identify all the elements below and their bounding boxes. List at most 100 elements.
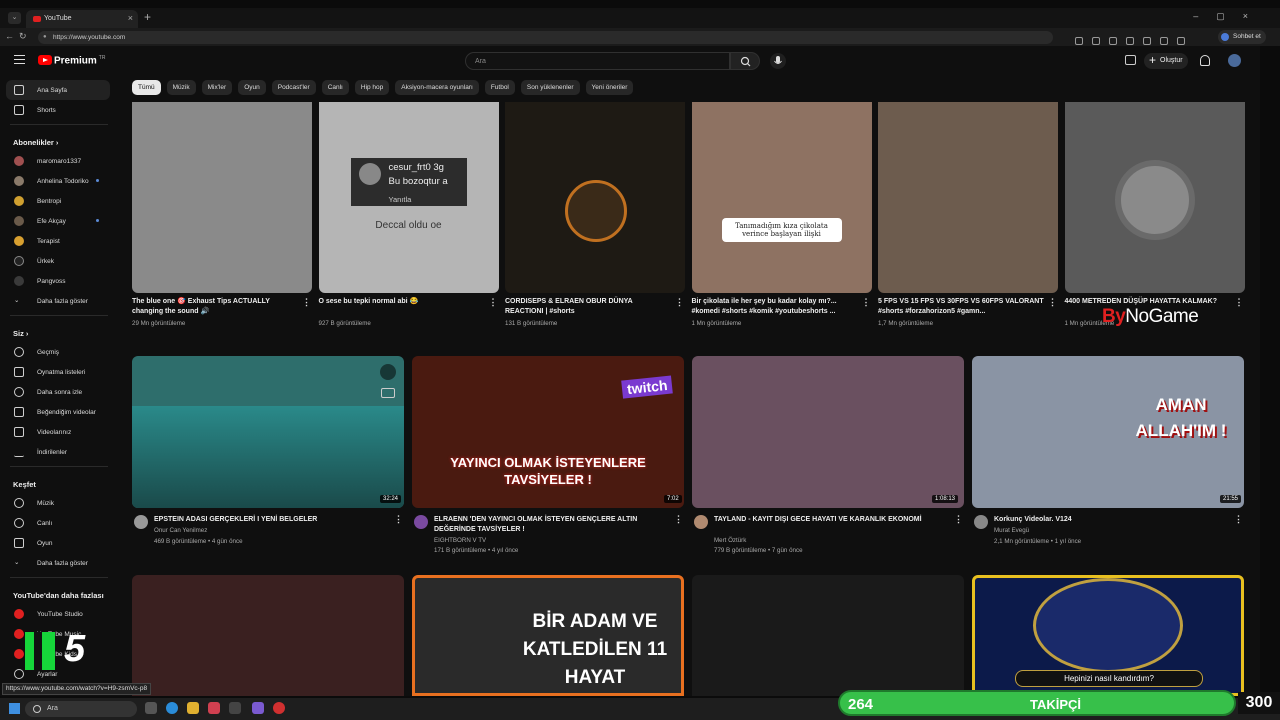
sidebar-item-downloads[interactable]: İndirilenler — [0, 442, 118, 462]
sidebar-item-sub[interactable]: Anhelina Todoriko — [0, 171, 118, 191]
mute-icon[interactable] — [380, 364, 396, 380]
subscriptions-heading[interactable]: Abonelikler › — [0, 129, 118, 151]
chip-9[interactable]: Son yüklenenler — [520, 80, 580, 95]
more-options-icon[interactable]: ⋮ — [674, 514, 683, 525]
sidebar-item-sub[interactable]: Efe Akçay — [0, 211, 118, 231]
window-controls[interactable]: –▢× — [1193, 11, 1266, 22]
sidebar-item-playlists[interactable]: Oynatma listeleri — [0, 362, 118, 382]
edge-icon[interactable] — [166, 702, 178, 714]
browser-tab[interactable]: YouTube × — [26, 10, 138, 28]
short-thumbnail[interactable]: Tanımadığım kıza çikolata verince başlay… — [691, 102, 872, 293]
create-button[interactable]: Oluştur — [1144, 53, 1188, 69]
channel-name[interactable]: Onur Can Yenilmez — [154, 526, 207, 536]
video-thumbnail[interactable] — [132, 575, 404, 696]
extension-icons[interactable] — [1075, 32, 1215, 45]
video-thumbnail[interactable]: Hepinizi nasıl kandırdım? — [972, 575, 1244, 696]
chip-8[interactable]: Futbol — [484, 80, 515, 95]
avatar[interactable] — [1228, 54, 1241, 67]
more-options-icon[interactable]: ⋮ — [302, 297, 311, 308]
sidebar-item-home[interactable]: Ana Sayfa — [6, 80, 110, 100]
sidebar-item-sub[interactable]: Ürkek — [0, 251, 118, 271]
chat-button[interactable]: Sohbet et — [1218, 30, 1266, 44]
short-thumbnail[interactable]: Deccal oldu oe cesur_frt0 3g Bu bozoqtur a… — [318, 102, 499, 293]
sidebar-item-sub[interactable]: Bentropi — [0, 191, 118, 211]
video-title[interactable]: TAYLAND - KAYIT DIŞI GECE HAYATI VE KARA… — [714, 515, 950, 525]
taskbar-search[interactable]: Ara — [25, 701, 137, 717]
sidebar-item-music[interactable]: Müzik — [0, 493, 118, 513]
search-input[interactable]: Ara — [465, 52, 730, 70]
chip-4[interactable]: Podcast'ler — [271, 80, 316, 95]
video-title[interactable]: EPSTEIN ADASI GERÇEKLERİ I YENİ BELGELER — [154, 515, 390, 525]
video-thumbnail[interactable]: BİR ADAM VE KATLEDİLEN 11 HAYAT — [412, 575, 684, 696]
more-options-icon[interactable]: ⋮ — [1235, 297, 1244, 308]
short-title[interactable]: 5 FPS VS 15 FPS VS 30FPS VS 60FPS VALORA… — [878, 297, 1044, 317]
mic-icon[interactable] — [770, 53, 786, 69]
channel-avatar[interactable] — [414, 515, 428, 529]
more-options-icon[interactable]: ⋮ — [862, 297, 871, 308]
short-thumbnail[interactable] — [505, 102, 685, 293]
more-options-icon[interactable]: ⋮ — [1048, 297, 1057, 308]
video-title[interactable]: ELRAENN 'DEN YAYINCI OLMAK İSTEYEN GENÇL… — [434, 515, 670, 535]
sidebar-item-sub[interactable]: Pangvoss — [0, 271, 118, 291]
video-title[interactable]: Korkunç Videolar. V124 — [994, 515, 1230, 525]
app-icon[interactable] — [229, 702, 241, 714]
tab-list-icon[interactable]: ⌄ — [8, 12, 21, 24]
chip-0[interactable]: Tümü — [132, 80, 161, 95]
video-thumbnail[interactable] — [692, 356, 964, 508]
new-tab-icon[interactable]: + — [144, 10, 151, 24]
cc-icon[interactable] — [381, 388, 395, 398]
search-button[interactable] — [730, 52, 760, 70]
sidebar-item-liked[interactable]: Beğendiğim videolar — [0, 402, 118, 422]
menu-icon[interactable] — [14, 55, 25, 64]
short-thumbnail[interactable] — [878, 102, 1058, 293]
sidebar-item-gaming[interactable]: Oyun — [0, 533, 118, 553]
short-title[interactable]: CORDISEPS & ELRAEN OBUR DÜNYA REACTIONI … — [505, 297, 671, 317]
app-icon[interactable] — [208, 702, 220, 714]
channel-name[interactable]: EIGHTBORN V TV — [434, 536, 486, 546]
chip-2[interactable]: Mix'ler — [201, 80, 233, 95]
sidebar-show-more[interactable]: ⌄ Daha fazla göster — [0, 291, 118, 311]
more-options-icon[interactable]: ⋮ — [394, 514, 403, 525]
close-tab-icon[interactable]: × — [128, 13, 133, 23]
channel-avatar[interactable] — [134, 515, 148, 529]
folder-icon[interactable] — [187, 702, 199, 714]
more-options-icon[interactable]: ⋮ — [1234, 514, 1243, 525]
bell-icon[interactable] — [1200, 55, 1210, 66]
more-options-icon[interactable]: ⋮ — [954, 514, 963, 525]
video-thumbnail[interactable] — [132, 356, 404, 508]
channel-avatar[interactable] — [974, 515, 988, 529]
sidebar-item-your-videos[interactable]: Videolarınız — [0, 422, 118, 442]
short-thumbnail[interactable] — [132, 102, 312, 293]
video-thumbnail[interactable] — [692, 575, 964, 696]
more-options-icon[interactable]: ⋮ — [489, 297, 498, 308]
more-options-icon[interactable]: ⋮ — [675, 297, 684, 308]
url-field[interactable]: ● https://www.youtube.com — [38, 31, 1053, 44]
discord-icon[interactable] — [252, 702, 264, 714]
cast-icon[interactable] — [1125, 55, 1136, 65]
sidebar-item-sub[interactable]: Terapist — [0, 231, 118, 251]
sidebar-item-history[interactable]: Geçmiş — [0, 342, 118, 362]
channel-avatar[interactable] — [694, 515, 708, 529]
sidebar-item-shorts[interactable]: Shorts — [0, 100, 118, 120]
youtube-logo-icon[interactable] — [38, 55, 52, 65]
channel-name[interactable]: Mert Öztürk — [714, 536, 746, 546]
sidebar-item-live[interactable]: Canlı — [0, 513, 118, 533]
nav-arrows-icon[interactable]: ←↻ — [5, 31, 32, 42]
chip-5[interactable]: Canlı — [321, 80, 349, 95]
short-title[interactable]: Bir çikolata ile her şey bu kadar kolay … — [692, 297, 858, 317]
short-thumbnail[interactable] — [1064, 102, 1245, 293]
brand-label[interactable]: Premium TR — [54, 55, 105, 66]
taskview-icon[interactable] — [145, 702, 157, 714]
app-icon[interactable] — [273, 702, 285, 714]
chip-1[interactable]: Müzik — [166, 80, 196, 95]
video-thumbnail[interactable]: twitch YAYINCI OLMAK İSTEYENLERE TAVSİYEL… — [412, 356, 684, 508]
sidebar-item-studio[interactable]: YouTube Studio — [0, 604, 118, 624]
chip-10[interactable]: Yeni öneriler — [585, 80, 634, 95]
channel-name[interactable]: Murat Evegü — [994, 526, 1029, 536]
short-title[interactable]: The blue one 🎯 Exhaust Tips ACTUALLY cha… — [132, 297, 298, 317]
chip-6[interactable]: Hip hop — [354, 80, 390, 95]
chip-7[interactable]: Aksiyon-macera oyunları — [395, 80, 479, 95]
sidebar-show-more[interactable]: ⌄ Daha fazla göster — [0, 553, 118, 573]
sidebar-item-watch-later[interactable]: Daha sonra izle — [0, 382, 118, 402]
sidebar-item-sub[interactable]: maromaro1337 — [0, 151, 118, 171]
